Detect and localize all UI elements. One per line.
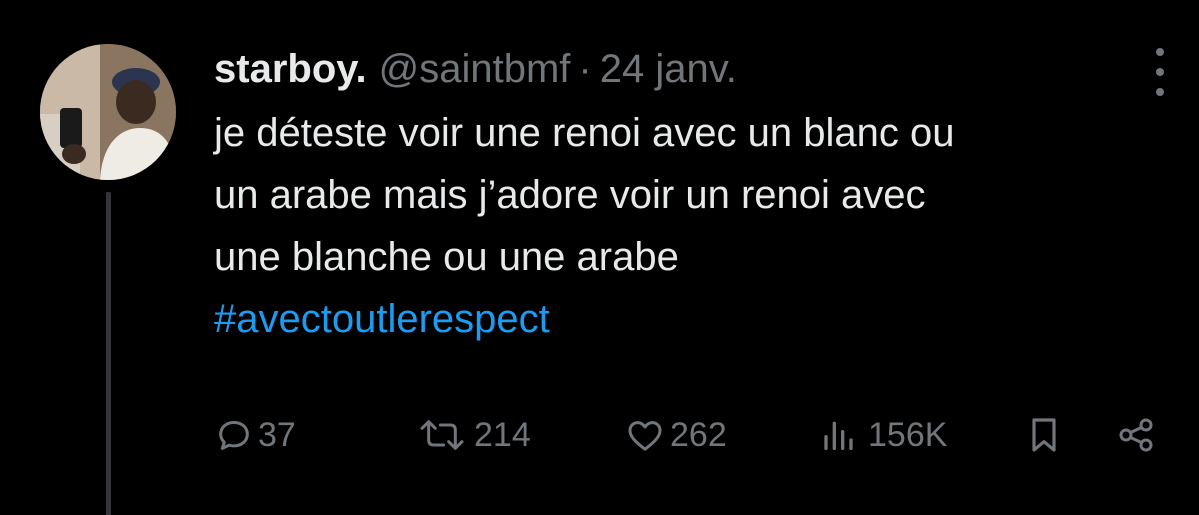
views-button[interactable]: 156K — [818, 410, 947, 460]
views-count: 156K — [868, 415, 948, 454]
retweet-button[interactable]: 214 — [414, 410, 531, 460]
separator-dot: · — [578, 47, 592, 91]
tweet-header: starboy. @saintbmf · 24 janv. — [214, 42, 1174, 96]
tweet-text-line: une blanche ou une arabe — [214, 235, 679, 279]
tweet-text: je déteste voir une renoi avec un blanc … — [214, 102, 1174, 350]
user-handle[interactable]: @saintbmf — [379, 42, 571, 96]
retweet-count: 214 — [474, 415, 531, 454]
bookmark-button[interactable] — [1026, 410, 1062, 460]
hashtag-link[interactable]: #avectoutlerespect — [214, 288, 1174, 350]
reply-button[interactable]: 37 — [214, 410, 296, 460]
tweet-date[interactable]: 24 janv. — [600, 42, 737, 96]
avatar[interactable] — [40, 44, 176, 180]
heart-icon — [628, 421, 662, 451]
thread-line — [106, 192, 111, 515]
retweet-icon — [420, 420, 464, 450]
tweet-text-line: je déteste voir une renoi avec un blanc … — [214, 111, 955, 155]
tweet-actions: 37 214 262 156K — [214, 410, 1174, 460]
reply-icon — [219, 421, 249, 450]
more-options-icon[interactable] — [1140, 48, 1180, 96]
reply-count: 37 — [258, 415, 296, 454]
like-button[interactable]: 262 — [624, 410, 727, 460]
views-icon — [824, 421, 853, 450]
avatar-photo — [40, 44, 176, 180]
bookmark-icon — [1032, 418, 1056, 452]
share-icon — [1119, 418, 1153, 452]
display-name[interactable]: starboy. — [214, 42, 367, 96]
tweet-content: starboy. @saintbmf · 24 janv. je déteste… — [214, 42, 1174, 350]
like-count: 262 — [670, 415, 727, 454]
tweet-text-line: un arabe mais j’adore voir un renoi avec — [214, 173, 926, 217]
share-button[interactable] — [1114, 410, 1158, 460]
